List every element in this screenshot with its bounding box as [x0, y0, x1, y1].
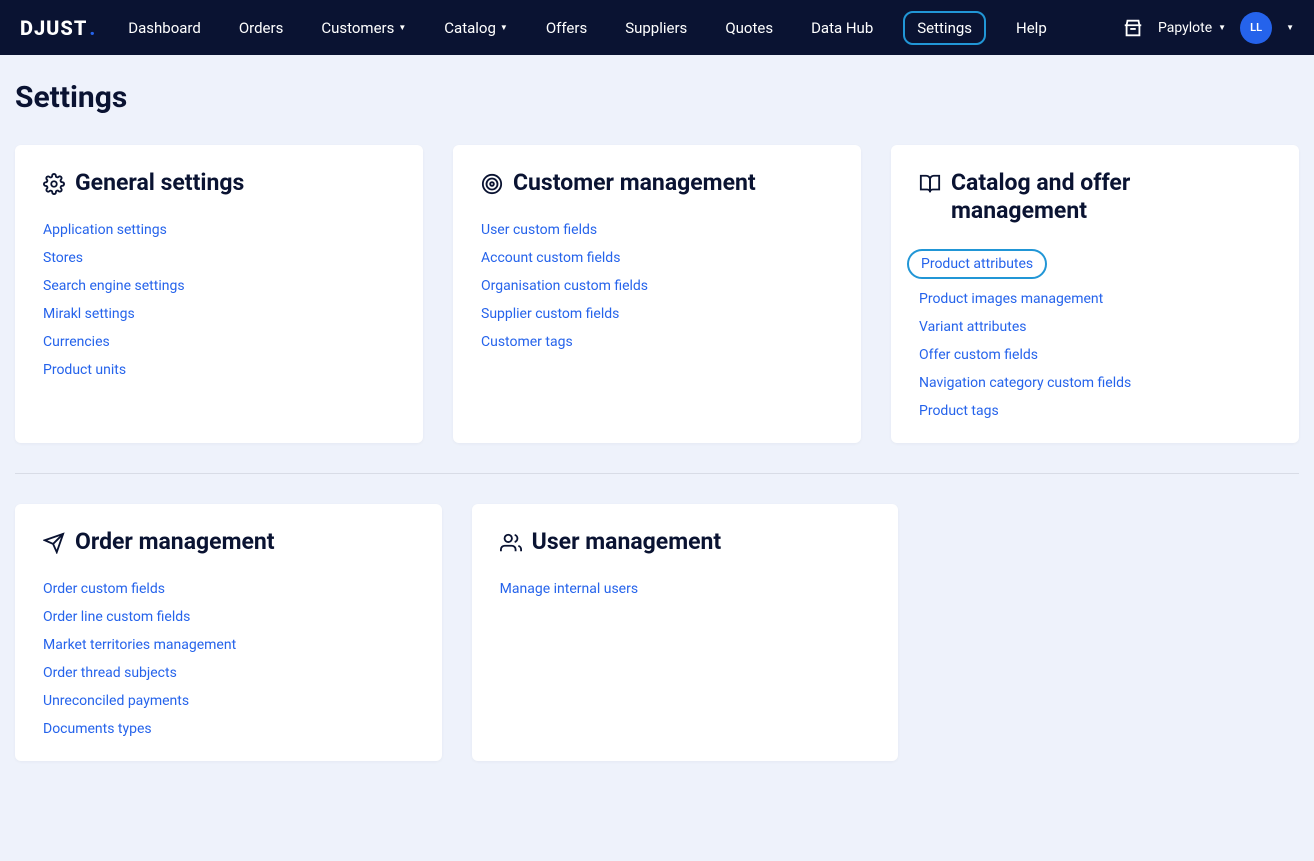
nav-label: Quotes — [725, 19, 773, 37]
nav-label: Help — [1016, 19, 1047, 37]
page-content: Settings General settings Application se… — [0, 55, 1314, 816]
target-icon — [481, 173, 503, 195]
nav-help[interactable]: Help — [1008, 14, 1055, 42]
page-title: Settings — [15, 80, 1299, 115]
link-customer-tags[interactable]: Customer tags — [481, 334, 573, 350]
logo-text: DJUST — [20, 16, 87, 40]
card-catalog-offer-management: Catalog and offer management Product att… — [891, 145, 1299, 443]
org-name-label: Papylote — [1158, 20, 1212, 36]
nav-offers[interactable]: Offers — [538, 14, 595, 42]
nav-left-group: DJUST. Dashboard Orders Customers ▼ Cata… — [20, 11, 1055, 45]
spacer — [928, 504, 1299, 761]
cards-row-1: General settings Application settings St… — [15, 145, 1299, 443]
card-title: Customer management — [513, 169, 756, 197]
link-mirakl-settings[interactable]: Mirakl settings — [43, 306, 135, 322]
nav-datahub[interactable]: Data Hub — [803, 14, 881, 42]
nav-settings[interactable]: Settings — [903, 11, 986, 45]
nav-label: Settings — [917, 19, 972, 37]
link-product-units[interactable]: Product units — [43, 362, 126, 378]
chevron-down-icon[interactable]: ▼ — [1286, 23, 1294, 32]
chevron-down-icon: ▼ — [500, 23, 508, 32]
divider — [15, 473, 1299, 474]
cards-row-2: Order management Order custom fields Ord… — [15, 504, 1299, 761]
card-header: Order management — [43, 528, 414, 556]
card-header: Customer management — [481, 169, 833, 197]
link-offer-custom-fields[interactable]: Offer custom fields — [919, 347, 1038, 363]
card-title: General settings — [75, 169, 244, 197]
link-product-tags[interactable]: Product tags — [919, 403, 999, 419]
card-links: Manage internal users — [500, 581, 871, 597]
link-manage-internal-users[interactable]: Manage internal users — [500, 581, 638, 597]
link-stores[interactable]: Stores — [43, 250, 83, 266]
avatar[interactable]: LL — [1240, 12, 1272, 44]
card-links: Order custom fields Order line custom fi… — [43, 581, 414, 737]
link-product-attributes[interactable]: Product attributes — [907, 249, 1047, 279]
nav-items: Dashboard Orders Customers ▼ Catalog ▼ O… — [120, 11, 1054, 45]
card-links: Application settings Stores Search engin… — [43, 222, 395, 378]
nav-label: Data Hub — [811, 19, 873, 37]
nav-quotes[interactable]: Quotes — [717, 14, 781, 42]
avatar-initials: LL — [1250, 21, 1262, 34]
card-links: Product attributes Product images manage… — [919, 249, 1271, 419]
link-user-custom-fields[interactable]: User custom fields — [481, 222, 597, 238]
card-customer-management: Customer management User custom fields A… — [453, 145, 861, 443]
card-title: Catalog and offer management — [951, 169, 1271, 224]
nav-suppliers[interactable]: Suppliers — [617, 14, 695, 42]
nav-label: Customers — [321, 19, 394, 37]
nav-label: Dashboard — [128, 19, 201, 37]
link-application-settings[interactable]: Application settings — [43, 222, 167, 238]
card-general-settings: General settings Application settings St… — [15, 145, 423, 443]
logo[interactable]: DJUST. — [20, 16, 96, 40]
book-icon — [919, 173, 941, 195]
link-supplier-custom-fields[interactable]: Supplier custom fields — [481, 306, 619, 322]
link-order-line-custom-fields[interactable]: Order line custom fields — [43, 609, 190, 625]
link-market-territories-management[interactable]: Market territories management — [43, 637, 236, 653]
link-currencies[interactable]: Currencies — [43, 334, 110, 350]
link-unreconciled-payments[interactable]: Unreconciled payments — [43, 693, 189, 709]
link-order-thread-subjects[interactable]: Order thread subjects — [43, 665, 177, 681]
send-icon — [43, 532, 65, 554]
nav-label: Catalog — [444, 19, 496, 37]
nav-customers[interactable]: Customers ▼ — [313, 14, 414, 42]
nav-label: Offers — [546, 19, 587, 37]
link-variant-attributes[interactable]: Variant attributes — [919, 319, 1027, 335]
storefront-icon[interactable] — [1122, 17, 1144, 39]
gear-icon — [43, 173, 65, 195]
link-product-images-management[interactable]: Product images management — [919, 291, 1103, 307]
card-title: User management — [532, 528, 722, 556]
link-account-custom-fields[interactable]: Account custom fields — [481, 250, 620, 266]
link-documents-types[interactable]: Documents types — [43, 721, 152, 737]
org-selector[interactable]: Papylote ▼ — [1158, 20, 1226, 36]
nav-dashboard[interactable]: Dashboard — [120, 14, 209, 42]
nav-label: Orders — [239, 19, 284, 37]
card-order-management: Order management Order custom fields Ord… — [15, 504, 442, 761]
card-header: General settings — [43, 169, 395, 197]
logo-dot: . — [89, 16, 96, 40]
card-header: User management — [500, 528, 871, 556]
link-navigation-category-custom-fields[interactable]: Navigation category custom fields — [919, 375, 1131, 391]
card-user-management: User management Manage internal users — [472, 504, 899, 761]
link-organisation-custom-fields[interactable]: Organisation custom fields — [481, 278, 648, 294]
nav-right-group: Papylote ▼ LL ▼ — [1122, 12, 1294, 44]
card-title: Order management — [75, 528, 275, 556]
nav-label: Suppliers — [625, 19, 687, 37]
users-icon — [500, 532, 522, 554]
link-order-custom-fields[interactable]: Order custom fields — [43, 581, 165, 597]
nav-orders[interactable]: Orders — [231, 14, 292, 42]
nav-catalog[interactable]: Catalog ▼ — [436, 14, 516, 42]
card-links: User custom fields Account custom fields… — [481, 222, 833, 350]
link-search-engine-settings[interactable]: Search engine settings — [43, 278, 185, 294]
card-header: Catalog and offer management — [919, 169, 1271, 224]
chevron-down-icon: ▼ — [1218, 23, 1226, 32]
chevron-down-icon: ▼ — [398, 23, 406, 32]
top-navigation: DJUST. Dashboard Orders Customers ▼ Cata… — [0, 0, 1314, 55]
